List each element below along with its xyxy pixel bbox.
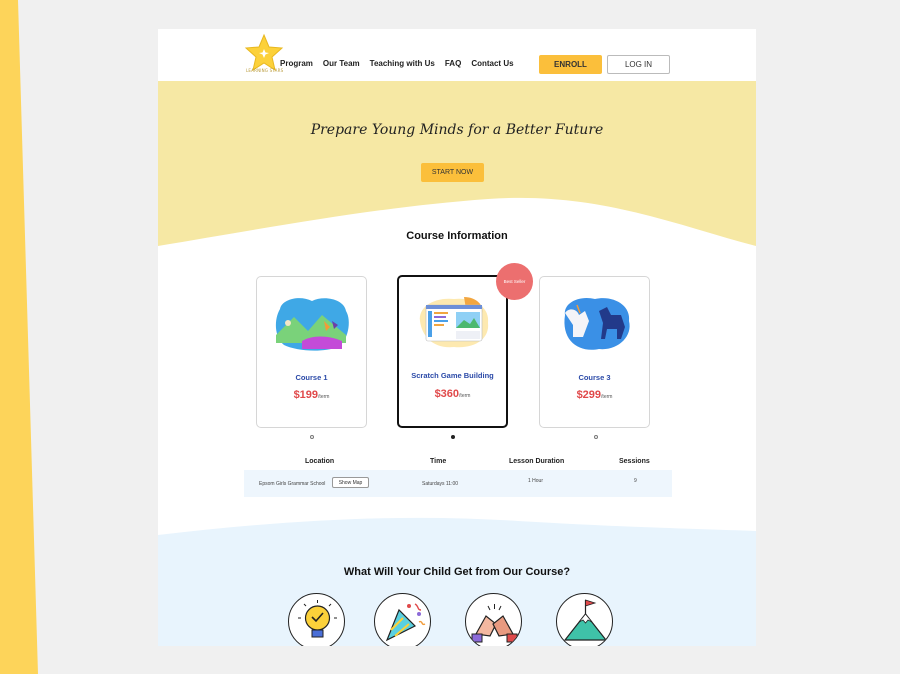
schedule-row: Epsom Girls Grammar School Show Map Satu… (244, 470, 672, 497)
nav-our-team[interactable]: Our Team (323, 59, 360, 68)
header-location: Location (305, 458, 335, 465)
game-editor-illustration-icon (419, 297, 489, 348)
enroll-button[interactable]: ENROLL (539, 55, 602, 74)
course-info-title: Course Information (406, 230, 508, 242)
course-name: Course 3 (578, 373, 611, 382)
show-map-button[interactable]: Show Map (332, 477, 369, 488)
carousel-dot-3[interactable] (594, 435, 598, 439)
course-card-3[interactable]: Course 3 $299/term (539, 276, 650, 428)
benefits-wave-background (158, 517, 756, 646)
logo-text: LEARNING STARS (246, 68, 284, 73)
header-time: Time (430, 458, 447, 465)
carousel-dot-2[interactable] (451, 435, 455, 439)
start-now-button[interactable]: START NOW (421, 163, 484, 182)
course-price: $199/term (257, 389, 366, 401)
price-unit: /term (318, 394, 330, 400)
price-unit: /term (601, 394, 613, 400)
nav-contact-us[interactable]: Contact Us (471, 59, 513, 68)
hero-section: Prepare Young Minds for a Better Future … (158, 81, 756, 246)
landscape-illustration-icon (275, 298, 349, 351)
nav-teaching-with-us[interactable]: Teaching with Us (370, 59, 435, 68)
party-popper-icon (374, 593, 431, 646)
hero-title: Prepare Young Minds for a Better Future (310, 122, 604, 138)
course-card-1[interactable]: Course 1 $199/term (256, 276, 367, 428)
lightbulb-icon (288, 593, 345, 646)
carousel-dot-1[interactable] (310, 435, 314, 439)
price-unit: /term (459, 393, 471, 399)
course-price: $360/term (399, 388, 506, 400)
best-seller-badge: Best Seller (496, 263, 533, 300)
top-nav: LEARNING STARS Program Our Team Teaching… (158, 29, 756, 81)
course-price: $299/term (540, 389, 649, 401)
course-name: Course 1 (295, 373, 328, 382)
mountain-flag-icon (556, 593, 613, 646)
location-value: Epsom Girls Grammar School (259, 481, 326, 487)
duration-value: 1 Hour (528, 478, 544, 484)
sessions-value: 9 (634, 478, 637, 484)
unicorn-horse-illustration-icon (564, 297, 630, 350)
header-lesson-duration: Lesson Duration (509, 458, 565, 465)
price-value: $360 (434, 388, 460, 400)
nav-faq[interactable]: FAQ (445, 59, 461, 68)
nav-links: Program Our Team Teaching with Us FAQ Co… (280, 59, 514, 68)
course-card-2[interactable]: Scratch Game Building $360/term (397, 275, 508, 428)
nav-program[interactable]: Program (280, 59, 313, 68)
login-button[interactable]: LOG IN (607, 55, 670, 74)
price-value: $299 (576, 389, 602, 401)
time-value: Saturdays 11:00 (422, 481, 459, 487)
handshake-icon (465, 593, 522, 646)
course-name: Scratch Game Building (411, 371, 494, 380)
benefits-title: What Will Your Child Get from Our Course… (343, 566, 571, 578)
landing-page: LEARNING STARS Program Our Team Teaching… (158, 29, 756, 646)
decorative-side-stripe (0, 0, 38, 674)
price-value: $199 (293, 389, 319, 401)
header-sessions: Sessions (619, 458, 650, 465)
